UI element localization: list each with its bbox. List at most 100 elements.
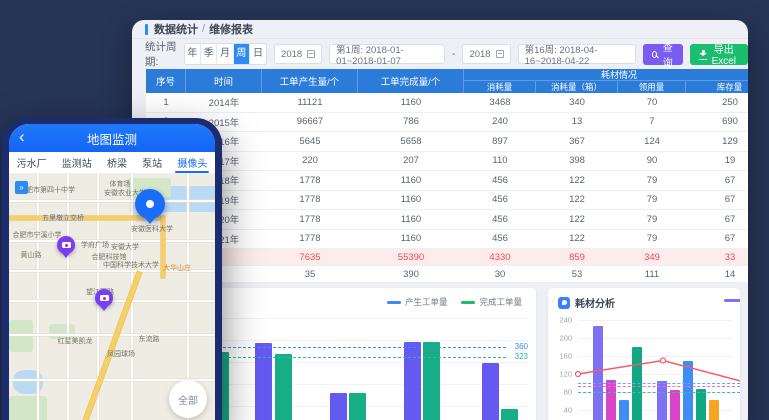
legend-swatch: [387, 301, 401, 304]
calendar-icon: [496, 50, 504, 58]
average-cell: 111: [618, 266, 686, 282]
map-label: 东流路: [139, 334, 160, 344]
back-icon[interactable]: ‹: [19, 127, 25, 147]
map-road: [9, 216, 161, 220]
table-cell: 122: [536, 210, 618, 229]
table-cell: 456: [464, 230, 536, 249]
table-cell: 897: [464, 132, 536, 151]
average-cell: 53: [536, 266, 618, 282]
range-start-input[interactable]: 第1周: 2018-01-01~2018-01-07: [329, 44, 445, 64]
legend-item-产生工单量[interactable]: 产生工单量: [387, 296, 448, 308]
table-cell: 456: [464, 210, 536, 229]
tab-摄像头[interactable]: 摄像头: [177, 152, 207, 173]
chart-title: 耗材分析: [558, 295, 615, 310]
reference-label: 323: [515, 352, 528, 361]
breadcrumb-section[interactable]: 数据统计: [154, 21, 198, 37]
phone-screen: ‹ 地图监测 污水厂监测站桥梁泵站摄像头: [9, 124, 215, 420]
map-park: [9, 320, 33, 352]
period-option-季[interactable]: 季: [201, 44, 217, 64]
map-street: [37, 174, 39, 420]
table-cell: 79: [618, 171, 686, 190]
reference-label: 360: [515, 342, 528, 351]
table-cell: 5658: [358, 132, 464, 151]
map-canvas[interactable]: 体育场合肥市第四十中学安徽农业大学五里墩立交桥安徽医科大学合肥市宁溪小学学府广场…: [9, 174, 215, 420]
tab-监测站[interactable]: 监测站: [62, 152, 92, 173]
export-excel-button[interactable]: 导出Excel: [690, 44, 748, 65]
map-marker-main[interactable]: [135, 189, 165, 219]
bar-完成工单量: [423, 342, 440, 420]
table-row: 62019年177811604561227967: [146, 191, 748, 211]
table-row: 72020年177811604561227967: [146, 210, 748, 230]
map-label: 安徽医科大学: [131, 224, 173, 234]
map-street: [9, 334, 215, 336]
table-row: 52018年177811604561227967: [146, 171, 748, 191]
report-table: 序号时间工单产生量/个工单完成量/个耗材情况消耗量消耗量（箱）领用量库存量120…: [146, 69, 748, 283]
map-label: 大华山庄: [163, 263, 191, 273]
bar-产生工单量: [482, 363, 499, 420]
map-label: 中国科学技术大学: [103, 260, 159, 270]
table-cell: 786: [358, 113, 464, 132]
period-option-月[interactable]: 月: [217, 44, 233, 64]
table-cell: 456: [464, 191, 536, 210]
table-cell: 220: [262, 152, 358, 171]
range-separator: -: [452, 48, 456, 60]
tab-桥梁[interactable]: 桥梁: [107, 152, 127, 173]
table-cell: 1778: [262, 171, 358, 190]
phone-tab-bar: 污水厂监测站桥梁泵站摄像头: [9, 152, 215, 174]
table-cell: 129: [686, 132, 748, 151]
sub-column-header: 领用量: [618, 81, 686, 93]
total-cell: 349: [618, 249, 686, 265]
tab-污水厂[interactable]: 污水厂: [17, 152, 47, 173]
tab-泵站[interactable]: 泵站: [142, 152, 162, 173]
marker-tail: [145, 218, 155, 224]
period-option-年[interactable]: 年: [185, 44, 201, 64]
year-end-select[interactable]: 2018: [462, 44, 510, 64]
bar-完成工单量: [275, 354, 292, 420]
table-cell: 3468: [464, 93, 536, 112]
map-expand-toggle[interactable]: »: [15, 181, 28, 194]
average-cell: 35: [262, 266, 358, 282]
average-cell: 14: [686, 266, 748, 282]
period-option-周[interactable]: 周: [234, 44, 250, 64]
app-background: 数据统计 / 维修报表 统计周期: 年季月周日 2018 第1周: 2018-0…: [0, 0, 769, 420]
table-cell: 340: [536, 93, 618, 112]
table-cell: 1160: [358, 210, 464, 229]
bar-完成工单量: [349, 393, 366, 420]
map-label: 合肥市宁溪小学: [13, 230, 62, 240]
map-label: 五里墩立交桥: [42, 213, 84, 223]
table-cell: 11121: [262, 93, 358, 112]
group-header: 耗材情况: [464, 69, 748, 81]
table-cell: 79: [618, 210, 686, 229]
table-cell: 1160: [358, 93, 464, 112]
table-row: 22015年96667786240137690: [146, 113, 748, 133]
consumable-bar-plot: 2402001601208040: [548, 312, 740, 420]
range-end-input[interactable]: 第16周: 2018-04-16~2018-04-22: [518, 44, 637, 64]
query-button[interactable]: 查询: [643, 44, 683, 65]
year-start-select[interactable]: 2018: [274, 44, 322, 64]
bar-产生工单量: [255, 343, 272, 420]
period-option-日[interactable]: 日: [250, 44, 266, 64]
camera-marker-icon[interactable]: [95, 289, 113, 307]
table-cell: 207: [358, 152, 464, 171]
table-row: 42017年2202071103989019: [146, 152, 748, 172]
table-cell: 7: [618, 113, 686, 132]
camera-marker-icon[interactable]: [57, 236, 75, 254]
map-label: 黄山路: [21, 250, 42, 260]
filter-bar: 统计周期: 年季月周日 2018 第1周: 2018-01-01~2018-01…: [132, 39, 748, 69]
table-cell: 1778: [262, 210, 358, 229]
total-cell: 7635: [262, 249, 358, 265]
total-cell: 4330: [464, 249, 536, 265]
table-cell: 124: [618, 132, 686, 151]
calendar-icon: [307, 50, 315, 58]
legend-swatch: [461, 301, 475, 304]
marker-tail: [62, 253, 70, 258]
period-segmented-control: 年季月周日: [184, 43, 267, 65]
dashboard-panel: 数据统计 / 维修报表 统计周期: 年季月周日 2018 第1周: 2018-0…: [132, 20, 748, 420]
table-cell: 122: [536, 171, 618, 190]
table-cell: 1778: [262, 191, 358, 210]
period-label: 统计周期:: [145, 39, 177, 69]
legend-item-完成工单量[interactable]: 完成工单量: [461, 296, 522, 308]
all-button[interactable]: 全部: [169, 380, 207, 418]
table-cell: 1160: [358, 171, 464, 190]
table-cell: 1778: [262, 230, 358, 249]
